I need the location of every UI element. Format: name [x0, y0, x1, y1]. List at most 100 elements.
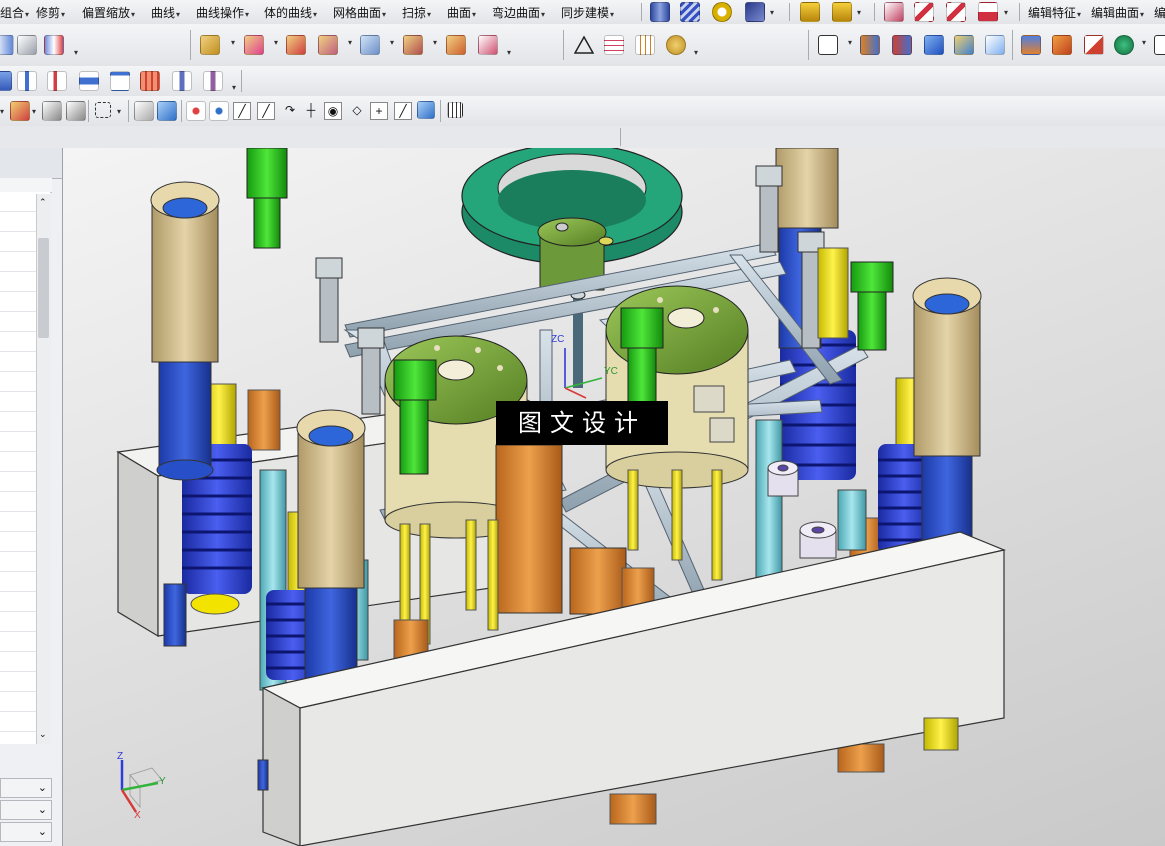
cylinder-icon[interactable] — [650, 2, 670, 22]
details-section-toggle[interactable]: ⌄ — [0, 778, 52, 798]
tee-icon[interactable] — [110, 71, 130, 91]
dropdown-arrow-icon[interactable]: ▾ — [232, 83, 236, 92]
csys-icon[interactable] — [1084, 35, 1104, 55]
dropdown-arrow-icon[interactable]: ▾ — [274, 38, 278, 47]
spacing-icon[interactable] — [79, 71, 99, 91]
grid-block-icon[interactable] — [140, 71, 160, 91]
cylinder-icon[interactable] — [860, 35, 880, 55]
endpoint-icon[interactable]: ╱ — [233, 102, 251, 120]
dropdown-arrow-icon[interactable]: ▾ — [848, 38, 852, 47]
curve-analysis-icon[interactable] — [914, 2, 934, 22]
dropdown-arrow-icon[interactable]: ▾ — [507, 48, 511, 57]
menu-curve[interactable]: 曲线▾ — [151, 4, 180, 21]
navigator-scrollbar[interactable]: ⌃ ⌄ — [36, 194, 51, 744]
menu-flange-surface[interactable]: 弯边曲面▾ — [492, 4, 545, 21]
dropdown-arrow-icon[interactable]: ▾ — [1004, 8, 1008, 17]
preview-section-toggle[interactable]: ⌄ — [0, 800, 52, 820]
feature-icon[interactable] — [44, 35, 64, 55]
patch-icon[interactable] — [954, 35, 974, 55]
grid-snap-icon[interactable] — [447, 102, 463, 118]
replace-face-icon[interactable] — [832, 2, 852, 22]
dependencies-section-toggle[interactable]: ⌄ — [0, 822, 52, 842]
scroll-up-icon[interactable]: ⌃ — [39, 198, 47, 207]
midpoint-icon[interactable]: ╱ — [257, 102, 275, 120]
snap-icon[interactable] — [10, 101, 30, 121]
menu-curve-ops[interactable]: 曲线操作▾ — [196, 4, 249, 21]
dropdown-arrow-icon[interactable]: ▾ — [0, 107, 4, 116]
menu-sync-modeling[interactable]: 同步建模▾ — [561, 4, 614, 21]
thicken-icon[interactable] — [403, 35, 423, 55]
bracket-icon[interactable] — [47, 71, 67, 91]
sphere-icon[interactable] — [892, 35, 912, 55]
pattern-icon[interactable] — [666, 35, 686, 55]
table-icon[interactable] — [604, 35, 624, 55]
face-icon[interactable] — [95, 102, 111, 118]
select-icon[interactable] — [66, 101, 86, 121]
bar-icon[interactable] — [203, 71, 223, 91]
sheet-icon[interactable] — [1021, 35, 1041, 55]
dropdown-arrow-icon[interactable]: ▾ — [231, 38, 235, 47]
body-icon[interactable] — [157, 101, 177, 121]
menu-surface[interactable]: 曲面▾ — [447, 4, 476, 21]
surface-icon[interactable] — [924, 35, 944, 55]
wrap-icon[interactable] — [446, 35, 466, 55]
dropdown-arrow-icon[interactable]: ▾ — [694, 48, 698, 57]
align-center-icon[interactable] — [17, 71, 37, 91]
spring-icon[interactable] — [680, 2, 700, 22]
grid-icon[interactable] — [635, 35, 655, 55]
move-face-icon[interactable] — [800, 2, 820, 22]
boolean-icon[interactable] — [0, 35, 14, 55]
dropdown-arrow-icon[interactable]: ▾ — [770, 8, 774, 17]
point-icon[interactable] — [478, 35, 498, 55]
slot-icon[interactable] — [172, 71, 192, 91]
body-icon[interactable] — [417, 101, 435, 119]
point-snap-icon[interactable] — [209, 101, 229, 121]
block-icon[interactable] — [1154, 35, 1165, 55]
trim-body-icon[interactable] — [360, 35, 380, 55]
sketch-icon[interactable] — [574, 35, 594, 55]
frame-icon[interactable] — [1114, 35, 1134, 55]
align-top-icon[interactable] — [0, 71, 12, 91]
dropdown-arrow-icon[interactable]: ▾ — [74, 48, 78, 57]
menu-combine[interactable]: 组合▾ — [0, 4, 29, 21]
curve-analysis-icon[interactable] — [978, 2, 998, 22]
menu-edit-surface[interactable]: 编辑曲面▾ — [1091, 4, 1144, 21]
extract-icon[interactable] — [17, 35, 37, 55]
offset-icon[interactable] — [318, 35, 338, 55]
blend-edit-icon[interactable] — [884, 2, 904, 22]
tangent-icon[interactable]: ╱ — [394, 102, 412, 120]
body-icon[interactable] — [134, 101, 154, 121]
unite-icon[interactable] — [200, 35, 220, 55]
wire-edit-icon[interactable] — [745, 2, 765, 22]
menu-body-curves[interactable]: 体的曲线▾ — [264, 4, 317, 21]
menu-edit-feature[interactable]: 编辑特征▾ — [1028, 4, 1081, 21]
dropdown-arrow-icon[interactable]: ▾ — [117, 107, 121, 116]
scrollbar-thumb[interactable] — [38, 238, 49, 338]
point-snap-icon[interactable] — [186, 101, 206, 121]
quadrant-icon[interactable]: ◇ — [348, 102, 366, 120]
menu-mesh-surface[interactable]: 网格曲面▾ — [333, 4, 386, 21]
intersection-icon[interactable]: ┼ — [302, 102, 320, 120]
menu-offset-scale[interactable]: 偏置缩放▾ — [82, 4, 135, 21]
subtract-icon[interactable] — [244, 35, 264, 55]
measure-icon[interactable] — [1052, 35, 1072, 55]
scroll-down-icon[interactable]: ⌄ — [39, 730, 47, 739]
center-icon[interactable]: ◉ — [324, 102, 342, 120]
dropdown-arrow-icon[interactable]: ▾ — [390, 38, 394, 47]
draft-icon[interactable] — [985, 35, 1005, 55]
menu-edit-more[interactable]: 编 — [1154, 4, 1165, 21]
dropdown-arrow-icon[interactable]: ▾ — [32, 107, 36, 116]
intersect-icon[interactable] — [286, 35, 306, 55]
curve-point-icon[interactable]: ↷ — [281, 102, 299, 120]
plus-icon[interactable]: + — [370, 102, 388, 120]
dropdown-arrow-icon[interactable]: ▾ — [857, 8, 861, 17]
block-icon[interactable] — [818, 35, 838, 55]
dropdown-arrow-icon[interactable]: ▾ — [348, 38, 352, 47]
curve-deviation-icon[interactable] — [946, 2, 966, 22]
menu-trim[interactable]: 修剪▾ — [36, 4, 65, 21]
ring-icon[interactable] — [712, 2, 732, 22]
filter-icon[interactable] — [42, 101, 62, 121]
dropdown-arrow-icon[interactable]: ▾ — [1142, 38, 1146, 47]
menu-sweep[interactable]: 扫掠▾ — [402, 4, 431, 21]
dropdown-arrow-icon[interactable]: ▾ — [433, 38, 437, 47]
